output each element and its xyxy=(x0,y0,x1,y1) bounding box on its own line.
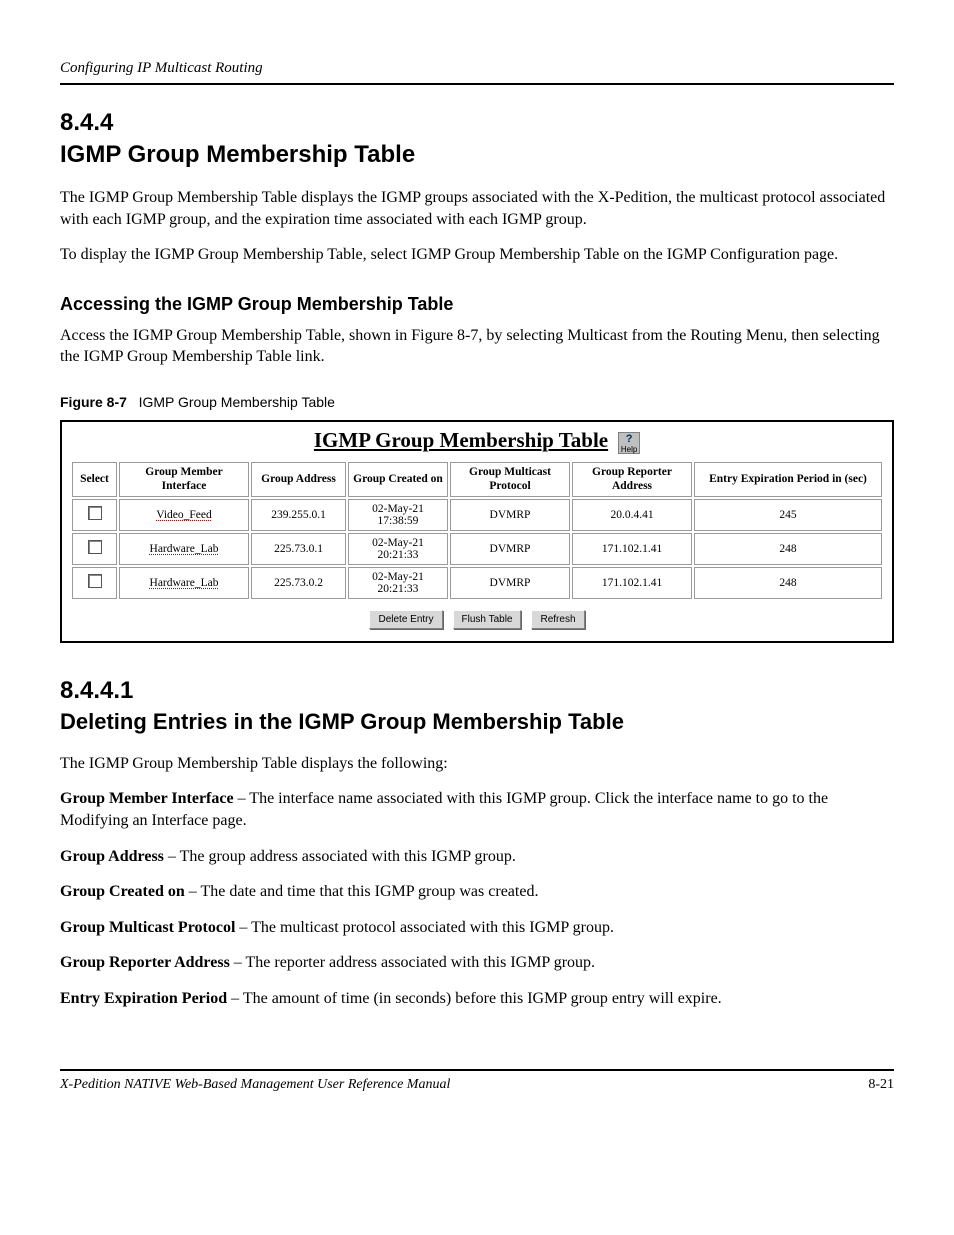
interface-link[interactable]: Hardware_Lab xyxy=(150,577,219,589)
row-checkbox[interactable] xyxy=(88,574,102,588)
top-rule xyxy=(60,83,894,85)
row-checkbox[interactable] xyxy=(88,506,102,520)
delete-entry-button[interactable]: Delete Entry xyxy=(369,610,442,629)
cell-reporter: 171.102.1.41 xyxy=(572,533,692,565)
list-item: Group Multicast Protocol – The multicast… xyxy=(60,917,894,939)
page-footer: X-Pedition NATIVE Web-Based Management U… xyxy=(60,1077,894,1093)
cell-reporter: 20.0.4.41 xyxy=(572,499,692,531)
footer-left: X-Pedition NATIVE Web-Based Management U… xyxy=(60,1077,450,1093)
list-item: Entry Expiration Period – The amount of … xyxy=(60,988,894,1010)
row-checkbox[interactable] xyxy=(88,540,102,554)
intro-paragraph-1: The IGMP Group Membership Table displays… xyxy=(60,187,894,230)
cell-group-address: 225.73.0.1 xyxy=(251,533,346,565)
cell-protocol: DVMRP xyxy=(450,567,570,599)
running-head: Configuring IP Multicast Routing xyxy=(60,60,894,77)
cell-created: 02-May-2117:38:59 xyxy=(348,499,448,531)
figure-label: Figure 8-7 xyxy=(60,394,127,410)
flush-table-button[interactable]: Flush Table xyxy=(453,610,522,629)
col-select: Select xyxy=(72,462,117,496)
cell-reporter: 171.102.1.41 xyxy=(572,567,692,599)
cell-expire: 245 xyxy=(694,499,882,531)
cell-group-address: 239.255.0.1 xyxy=(251,499,346,531)
refresh-button[interactable]: Refresh xyxy=(531,610,584,629)
access-subhead: Accessing the IGMP Group Membership Tabl… xyxy=(60,294,894,315)
subsection-number: 8.4.4.1 xyxy=(60,677,894,705)
col-reporter: Group Reporter Address xyxy=(572,462,692,496)
help-icon[interactable]: ? Help xyxy=(618,432,640,454)
access-paragraph: Access the IGMP Group Membership Table, … xyxy=(60,325,894,368)
col-proto: Group Multicast Protocol xyxy=(450,462,570,496)
table-row: Hardware_Lab 225.73.0.2 02-May-2120:21:3… xyxy=(72,567,882,599)
footer-rule xyxy=(60,1069,894,1071)
section-number: 8.4.4 xyxy=(60,109,894,137)
figure-title: IGMP Group Membership Table xyxy=(139,394,335,410)
igmp-table: Select Group Member Interface Group Addr… xyxy=(70,460,884,600)
subsection-title: Deleting Entries in the IGMP Group Membe… xyxy=(60,709,894,735)
field-list: Group Member Interface – The interface n… xyxy=(60,788,894,1009)
col-expire: Entry Expiration Period in (sec) xyxy=(694,462,882,496)
igmp-table-panel: IGMP Group Membership Table ? Help Selec… xyxy=(60,420,894,643)
list-item: Group Created on – The date and time tha… xyxy=(60,881,894,903)
section-title: IGMP Group Membership Table xyxy=(60,141,894,169)
list-item: Group Address – The group address associ… xyxy=(60,846,894,868)
cell-protocol: DVMRP xyxy=(450,533,570,565)
cell-created: 02-May-2120:21:33 xyxy=(348,567,448,599)
intro-paragraph-2: To display the IGMP Group Membership Tab… xyxy=(60,244,894,266)
figure-caption: Figure 8-7 IGMP Group Membership Table xyxy=(60,394,894,410)
list-item: Group Reporter Address – The reporter ad… xyxy=(60,952,894,974)
col-addr: Group Address xyxy=(251,462,346,496)
col-iface: Group Member Interface xyxy=(119,462,249,496)
cell-expire: 248 xyxy=(694,567,882,599)
col-created: Group Created on xyxy=(348,462,448,496)
cell-expire: 248 xyxy=(694,533,882,565)
table-header-row: Select Group Member Interface Group Addr… xyxy=(72,462,882,496)
interface-link[interactable]: Video_Feed xyxy=(156,509,212,521)
table-row: Hardware_Lab 225.73.0.1 02-May-2120:21:3… xyxy=(72,533,882,565)
cell-group-address: 225.73.0.2 xyxy=(251,567,346,599)
button-row: Delete Entry Flush Table Refresh xyxy=(70,609,884,629)
cell-protocol: DVMRP xyxy=(450,499,570,531)
footer-page-number: 8-21 xyxy=(868,1077,894,1093)
list-item: Group Member Interface – The interface n… xyxy=(60,788,894,831)
panel-title: IGMP Group Membership Table xyxy=(314,428,608,452)
list-lead: The IGMP Group Membership Table displays… xyxy=(60,753,894,775)
cell-created: 02-May-2120:21:33 xyxy=(348,533,448,565)
help-label: Help xyxy=(621,445,637,454)
interface-link[interactable]: Hardware_Lab xyxy=(150,543,219,555)
table-row: Video_Feed 239.255.0.1 02-May-2117:38:59… xyxy=(72,499,882,531)
